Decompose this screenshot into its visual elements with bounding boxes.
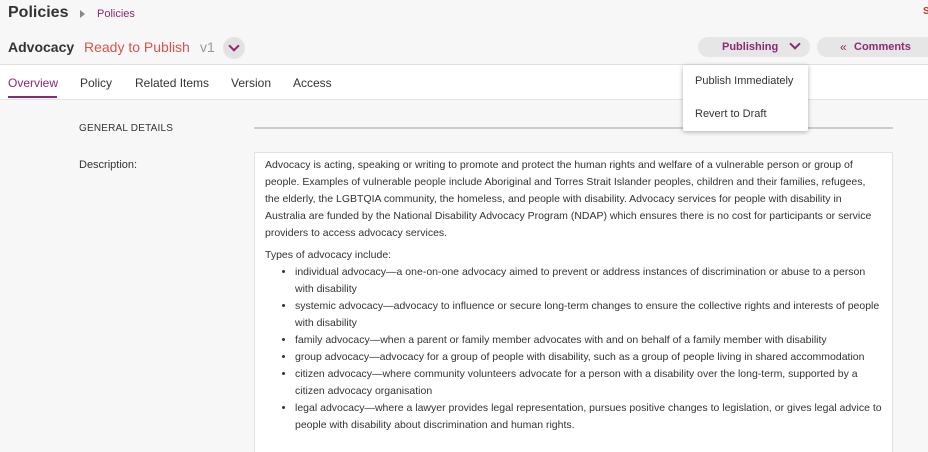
active-tab-indicator <box>8 96 57 98</box>
corner-mark[interactable]: S <box>923 6 928 17</box>
types-list: individual advocacy—a one-on-one advocac… <box>265 264 882 434</box>
record-menu-button[interactable] <box>223 37 245 59</box>
list-item: group advocacy—advocacy for a group of p… <box>295 349 882 366</box>
tab-overview[interactable]: Overview <box>8 76 58 90</box>
list-item: family advocacy—when a parent or family … <box>295 332 882 349</box>
tab-version[interactable]: Version <box>231 76 271 90</box>
tab-related-items[interactable]: Related Items <box>135 76 209 90</box>
app-title: Policies <box>8 4 69 21</box>
chevron-down-icon <box>228 40 240 52</box>
record-version: v1 <box>200 39 215 55</box>
description-paragraph: Advocacy is acting, speaking or writing … <box>265 159 872 239</box>
list-item: systemic advocacy—advocacy to influence … <box>295 298 882 332</box>
section-title: GENERAL DETAILS <box>79 123 174 134</box>
list-item: individual advocacy—a one-on-one advocac… <box>295 264 882 298</box>
publishing-label: Publishing <box>722 41 779 53</box>
comments-label: Comments <box>854 41 911 53</box>
comments-button[interactable]: « Comments <box>817 37 928 57</box>
menu-item-publish-immediately[interactable]: Publish Immediately <box>695 75 793 87</box>
menu-item-revert-to-draft[interactable]: Revert to Draft <box>695 108 767 120</box>
types-heading: Types of advocacy include: <box>265 249 392 261</box>
list-item: citizen advocacy—where community volunte… <box>295 366 882 400</box>
record-header: Advocacy Ready to Publish v1 Publishing … <box>0 30 928 65</box>
publishing-dropdown-menu: Publish Immediately Revert to Draft <box>683 65 808 131</box>
description-label: Description: <box>79 159 138 171</box>
breadcrumb-arrow-icon <box>80 10 85 18</box>
record-status: Ready to Publish <box>84 39 190 55</box>
tab-policy[interactable]: Policy <box>80 76 112 90</box>
description-field[interactable]: Advocacy is acting, speaking or writing … <box>254 152 893 452</box>
record-title: Advocacy <box>8 39 75 55</box>
chevron-down-icon <box>789 38 801 50</box>
top-bar: Policies Policies S <box>0 0 928 30</box>
double-chevron-left-icon: « <box>840 40 847 54</box>
tab-access[interactable]: Access <box>293 76 332 90</box>
breadcrumb-link[interactable]: Policies <box>97 8 135 20</box>
list-item: legal advocacy—where a lawyer provides l… <box>295 400 882 434</box>
publishing-button[interactable]: Publishing <box>698 37 810 57</box>
